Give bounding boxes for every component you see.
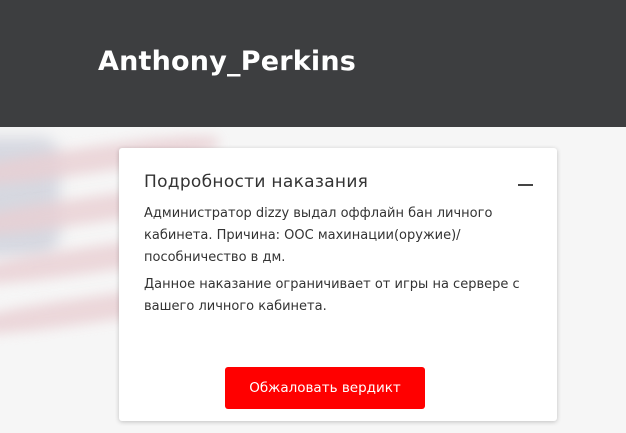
card-title: Подробности наказания <box>144 172 369 192</box>
punishment-description: Администратор dizzy выдал оффлайн бан ли… <box>144 206 493 265</box>
restriction-note: Данное наказание ограничивает от игры на… <box>144 277 520 314</box>
appeal-verdict-button[interactable]: Обжаловать вердикт <box>225 367 425 409</box>
profile-header: Anthony_Perkins <box>0 0 626 127</box>
punishment-details-card: Подробности наказания Администратор dizz… <box>119 148 557 421</box>
minus-icon[interactable] <box>518 184 533 186</box>
username-title: Anthony_Perkins <box>98 46 357 77</box>
